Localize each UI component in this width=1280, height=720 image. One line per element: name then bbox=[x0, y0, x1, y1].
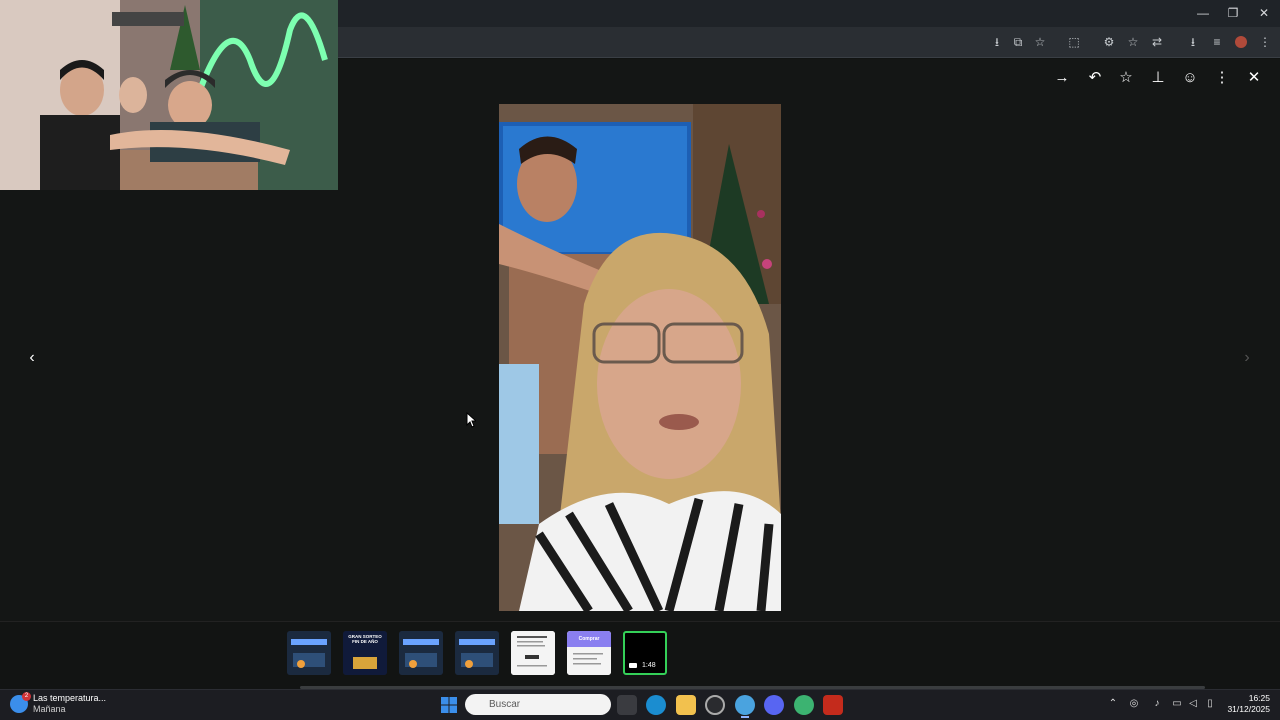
file-explorer-icon[interactable] bbox=[676, 695, 696, 715]
weather-subtitle: Mañana bbox=[33, 704, 66, 714]
profile-icon[interactable] bbox=[1232, 33, 1250, 51]
thumbnail-title: GRAN SORTEO FIN DE AÑO bbox=[348, 634, 382, 644]
reply-icon[interactable]: ↶ bbox=[1085, 68, 1105, 88]
thumbnail-image-3[interactable] bbox=[399, 631, 443, 675]
video-duration: 1:48 bbox=[642, 662, 656, 669]
chrome-profile-icon[interactable] bbox=[794, 695, 814, 715]
tray-app-icon[interactable]: ◎ bbox=[1128, 698, 1140, 710]
network-icon[interactable]: ▭ bbox=[1171, 698, 1183, 710]
clock-time: 16:25 bbox=[1248, 693, 1270, 703]
image-icon bbox=[455, 631, 499, 675]
battery-icon[interactable]: ▯ bbox=[1204, 698, 1216, 710]
taskbar-clock[interactable]: 16:25 31/12/2025 bbox=[1224, 693, 1270, 715]
weather-widget[interactable]: Las temperatura... Mañana bbox=[33, 693, 106, 715]
previous-media-button[interactable]: ‹ bbox=[21, 347, 43, 369]
download-icon[interactable]: ⭳ bbox=[988, 33, 1006, 51]
translate-icon[interactable]: ⇄ bbox=[1148, 33, 1166, 51]
media-icon[interactable]: ≡ bbox=[1208, 33, 1226, 51]
task-view-icon[interactable] bbox=[617, 695, 637, 715]
mouse-cursor bbox=[466, 412, 476, 428]
close-window-button[interactable]: ✕ bbox=[1249, 4, 1279, 22]
video-frame[interactable] bbox=[499, 104, 781, 611]
pin-icon[interactable]: ⊥ bbox=[1148, 68, 1168, 88]
windows-icon bbox=[441, 697, 457, 713]
downloads-icon[interactable]: ⭳ bbox=[1184, 33, 1202, 51]
weather-badge: 2 bbox=[22, 692, 31, 701]
star-icon[interactable]: ☆ bbox=[1031, 33, 1049, 51]
webcam-overlay bbox=[0, 0, 338, 190]
more-options-icon[interactable]: ⋮ bbox=[1212, 68, 1232, 88]
thumbnail-video-selected[interactable]: 1:48 bbox=[623, 631, 667, 675]
tray-chevron-icon[interactable]: ⌃ bbox=[1107, 698, 1119, 710]
thumbnail-title: Comprar bbox=[578, 636, 600, 642]
screen: — ❐ ✕ ⭳ ⧉ ☆ ⬚ ⚙ ☆ ⇄ ⭳ ≡ ⋮ → ↶ ☆ ⊥ ☺ ⋮ ✕ … bbox=[0, 0, 1280, 720]
clock-date: 31/12/2025 bbox=[1227, 704, 1270, 714]
app-red-icon[interactable] bbox=[823, 695, 843, 715]
minimize-button[interactable]: — bbox=[1188, 4, 1218, 22]
forward-icon[interactable]: → bbox=[1052, 68, 1072, 88]
microphone-icon[interactable]: ♪ bbox=[1151, 698, 1163, 710]
thumbnail-image-1[interactable] bbox=[287, 631, 331, 675]
install-icon[interactable]: ⧉ bbox=[1009, 33, 1027, 51]
webcam-picture bbox=[0, 0, 338, 190]
image-icon bbox=[287, 631, 331, 675]
document-icon bbox=[511, 631, 555, 675]
menu-icon[interactable]: ⋮ bbox=[1256, 33, 1274, 51]
bookmark-icon[interactable]: ☆ bbox=[1124, 33, 1142, 51]
weather-title: Las temperatura... bbox=[33, 693, 107, 703]
discord-icon[interactable] bbox=[764, 695, 784, 715]
thumbnail-document-2[interactable]: Comprar bbox=[567, 631, 611, 675]
puzzle-icon[interactable]: ⚙ bbox=[1100, 33, 1118, 51]
star-message-icon[interactable]: ☆ bbox=[1116, 68, 1136, 88]
thumbnail-image-4[interactable] bbox=[455, 631, 499, 675]
start-button[interactable] bbox=[439, 695, 459, 715]
taskbar-search-input[interactable]: Buscar bbox=[465, 694, 611, 715]
maximize-button[interactable]: ❐ bbox=[1218, 4, 1248, 22]
image-icon bbox=[399, 631, 443, 675]
next-media-button[interactable]: › bbox=[1236, 347, 1258, 369]
extensions-icon[interactable]: ⬚ bbox=[1065, 33, 1083, 51]
video-camera-icon bbox=[629, 663, 637, 668]
close-viewer-icon[interactable]: ✕ bbox=[1244, 68, 1264, 88]
windows-taskbar bbox=[0, 689, 1280, 720]
thumbnail-document-1[interactable] bbox=[511, 631, 555, 675]
app-icon[interactable] bbox=[705, 695, 725, 715]
active-app-indicator bbox=[741, 716, 749, 718]
chrome-icon[interactable] bbox=[735, 695, 755, 715]
volume-icon[interactable]: ◁ bbox=[1187, 698, 1199, 710]
edge-icon[interactable] bbox=[646, 695, 666, 715]
thumbnail-image-2[interactable]: GRAN SORTEO FIN DE AÑO bbox=[343, 631, 387, 675]
video-picture bbox=[499, 104, 781, 611]
emoji-icon[interactable]: ☺ bbox=[1180, 68, 1200, 88]
